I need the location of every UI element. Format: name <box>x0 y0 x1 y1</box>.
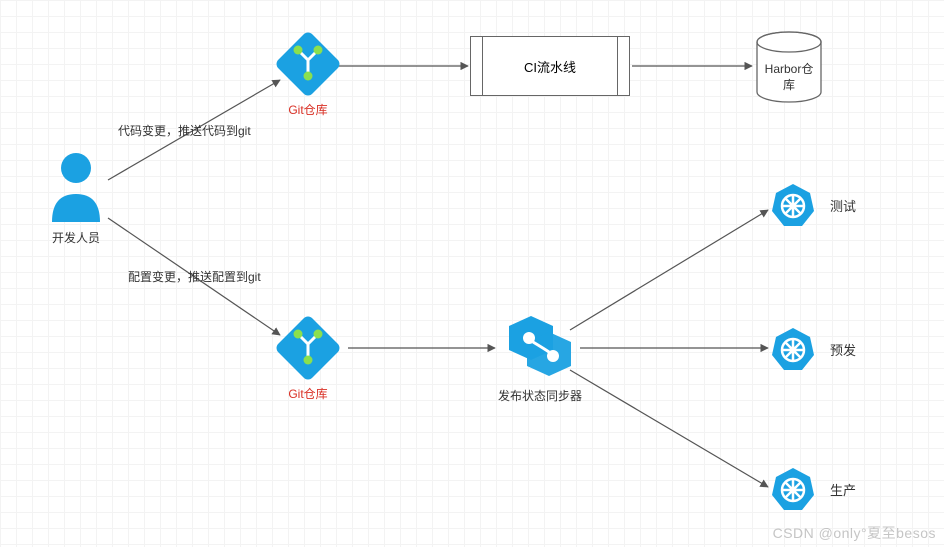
env-test-node: 测试 <box>770 182 856 228</box>
git-repo-bottom-label: Git仓库 <box>276 385 340 402</box>
sync-node: 发布状态同步器 <box>498 312 582 404</box>
env-prod-node: 生产 <box>770 466 856 512</box>
env-pre-label: 预发 <box>830 340 856 359</box>
sync-icon <box>501 312 579 382</box>
edge-code-change-label: 代码变更，推送代码到git <box>118 122 251 139</box>
kubernetes-icon <box>770 182 816 228</box>
developer-node: 开发人员 <box>46 150 106 246</box>
kubernetes-icon <box>770 466 816 512</box>
git-icon <box>276 32 340 96</box>
harbor-node: Harbor仓 库 <box>754 30 824 111</box>
edge-config-change-label: 配置变更，推送配置到git <box>128 268 261 285</box>
git-repo-top-label: Git仓库 <box>276 101 340 118</box>
env-prod-label: 生产 <box>830 480 856 499</box>
git-repo-top-node: Git仓库 <box>276 32 340 118</box>
person-icon <box>46 150 106 224</box>
developer-label: 开发人员 <box>46 229 106 246</box>
env-test-label: 测试 <box>830 196 856 215</box>
kubernetes-icon <box>770 326 816 372</box>
ci-pipeline-box: CI流水线 <box>470 36 630 96</box>
watermark: CSDN @only°夏至besos <box>773 523 936 543</box>
sync-label: 发布状态同步器 <box>498 387 582 404</box>
git-repo-bottom-node: Git仓库 <box>276 316 340 402</box>
git-icon <box>276 316 340 380</box>
harbor-label: Harbor仓 库 <box>754 62 824 93</box>
env-pre-node: 预发 <box>770 326 856 372</box>
ci-pipeline-label: CI流水线 <box>524 57 576 76</box>
